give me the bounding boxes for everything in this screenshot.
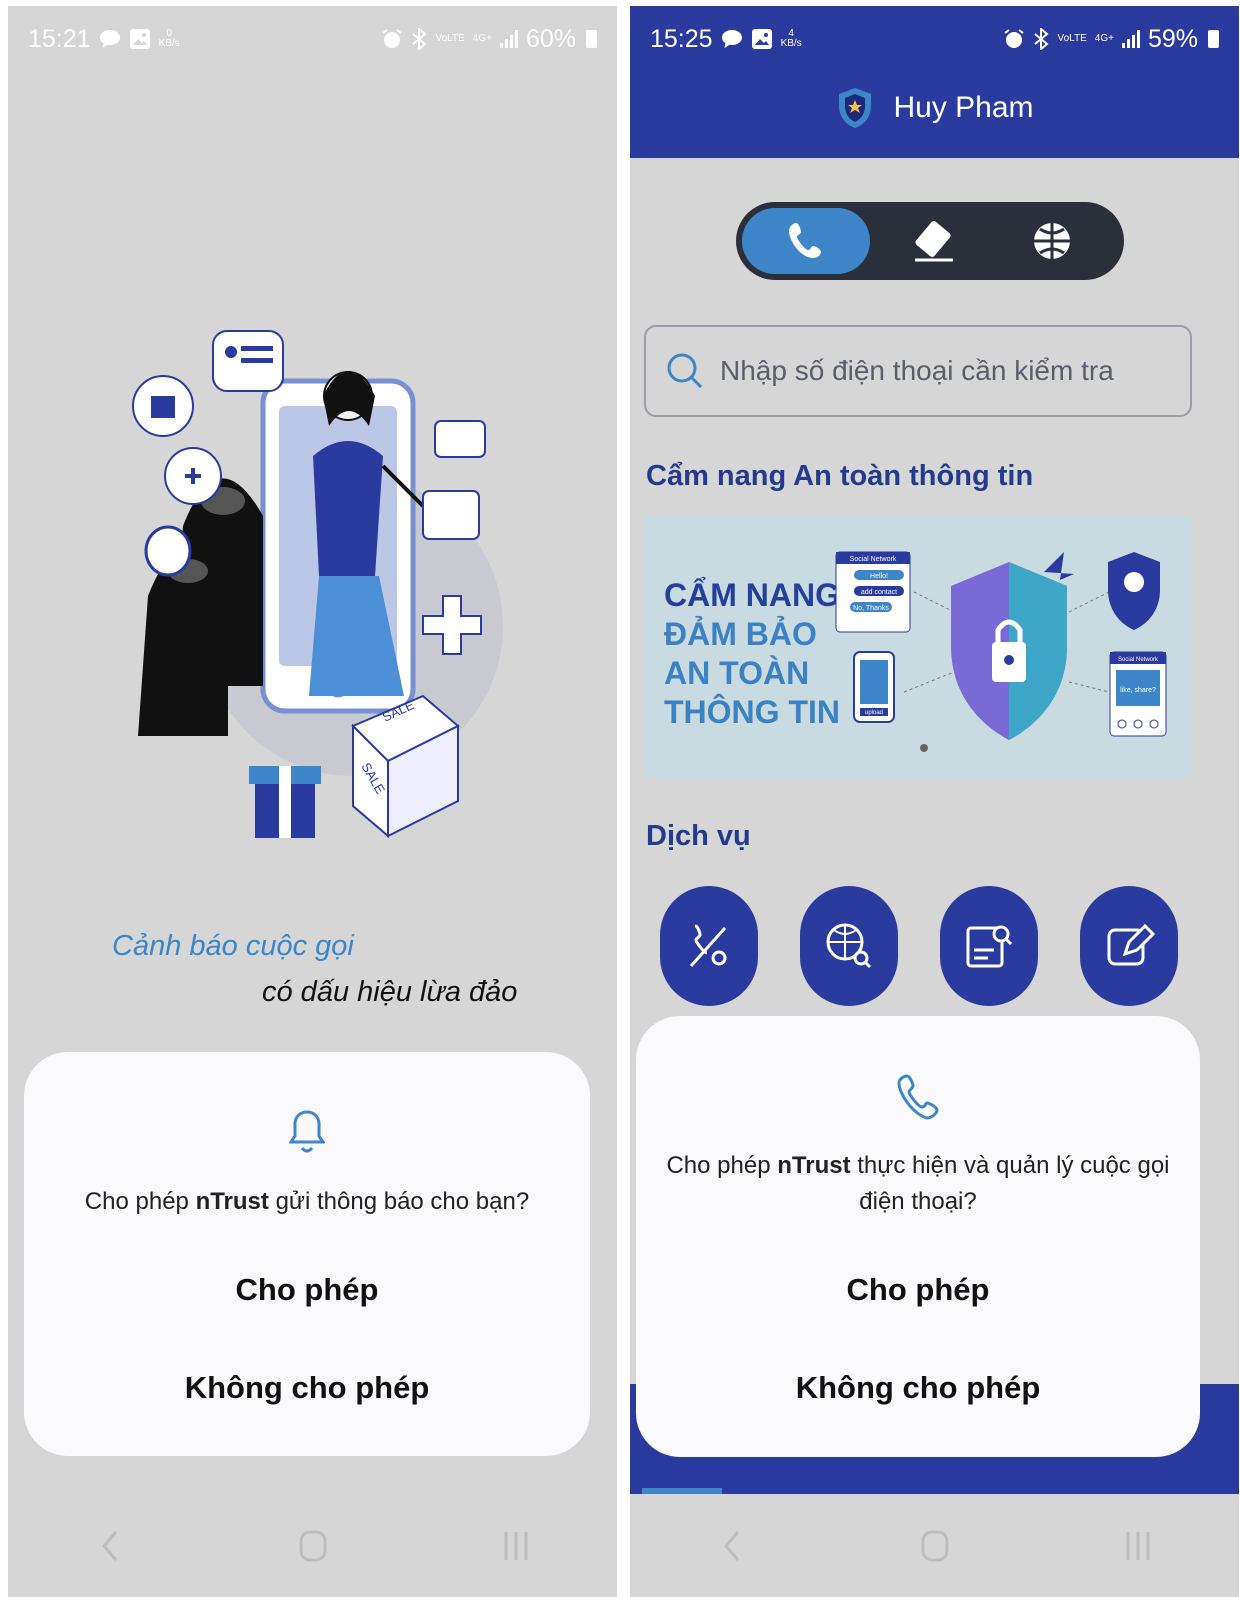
carousel-dot[interactable] [920, 744, 928, 752]
tagline-line-1: Cảnh báo cuộc gọi [112, 930, 354, 962]
tab-phone[interactable] [742, 208, 870, 274]
gallery-icon [129, 29, 150, 49]
tagline-line-2: có dấu hiệu lừa đảo [262, 976, 518, 1008]
battery-percent: 59% [1147, 24, 1198, 53]
dialog-message: Cho phép nTrust gửi thông báo cho bạn? [84, 1188, 530, 1215]
scam-call-illustration: SALE SALE [132, 330, 503, 839]
home-button[interactable] [905, 1516, 965, 1576]
svg-text:No, Thanks: No, Thanks [853, 605, 889, 612]
home-icon [299, 1530, 326, 1561]
app-name: nTrust [195, 1188, 269, 1215]
edit-icon [1107, 923, 1155, 966]
gallery-icon [751, 29, 772, 49]
svg-text:Social Network: Social Network [850, 556, 897, 563]
phone-check-icon [689, 924, 727, 968]
phone-icon [636, 1070, 1200, 1122]
app-name: nTrust [777, 1152, 851, 1179]
service-web-search[interactable] [800, 886, 898, 1006]
card-sign-icon [915, 221, 953, 262]
back-icon [723, 1530, 739, 1561]
alarm-icon [1004, 29, 1025, 48]
svg-text:Social Network: Social Network [1118, 657, 1159, 663]
chat-bubble-icon [99, 30, 120, 48]
globe-icon [1034, 223, 1070, 259]
alarm-icon [382, 29, 403, 48]
volte-indicator: VoLTE [1057, 33, 1087, 44]
back-icon [101, 1530, 117, 1561]
system-nav-bar [630, 1494, 1239, 1597]
svg-text:like, share?: like, share? [1120, 687, 1156, 694]
phone-screen-notification-permission: 15:21 0 KB/s VoLTE 4G+ 60% SALE SALE Cản… [8, 6, 617, 1597]
tab-globe[interactable] [988, 208, 1116, 274]
svg-text:Hello!: Hello! [870, 573, 888, 580]
services-row [660, 886, 1180, 1006]
permission-dialog-notifications: Cho phép nTrust gửi thông báo cho bạn? C… [24, 1052, 590, 1456]
phone-search-field[interactable]: Nhập số điện thoại cần kiểm tra [644, 325, 1192, 417]
mode-tabs [736, 202, 1124, 280]
service-document-search[interactable] [940, 886, 1038, 1006]
recents-button[interactable] [486, 1516, 546, 1576]
recents-icon [1126, 1531, 1149, 1560]
handbook-banner[interactable]: CẨM NANG ĐẢM BẢO AN TOÀN THÔNG TIN Socia… [644, 516, 1192, 778]
signal-icon [499, 30, 518, 48]
allow-button[interactable]: Cho phép [24, 1264, 590, 1316]
network-type: 4G+ [1094, 33, 1114, 44]
dialog-message: Cho phép nTrust thực hiện và quản lý cuộ… [666, 1152, 1170, 1215]
header-title: Huy Pham [630, 86, 1239, 130]
recents-icon [504, 1531, 527, 1560]
status-bar: 15:21 0 KB/s VoLTE 4G+ 60% [8, 6, 617, 72]
clock: 15:21 [28, 24, 91, 53]
tab-card-sign[interactable] [870, 208, 998, 274]
document-search-icon [966, 925, 1013, 968]
deny-button[interactable]: Không cho phép [636, 1362, 1200, 1414]
shield-logo-icon [839, 88, 872, 128]
user-name: Huy Pham [893, 91, 1034, 124]
battery-icon [586, 30, 597, 48]
network-type: 4G+ [472, 33, 492, 44]
back-button[interactable] [702, 1516, 762, 1576]
recents-button[interactable] [1108, 1516, 1168, 1576]
permission-dialog-calls: Cho phép nTrust thực hiện và quản lý cuộ… [636, 1016, 1200, 1457]
service-phone-check[interactable] [660, 886, 758, 1006]
bluetooth-icon [412, 28, 428, 50]
app-header: 15:25 4 KB/s VoLTE 4G+ 59% Huy Pham [630, 6, 1239, 158]
search-placeholder: Nhập số điện thoại cần kiểm tra [720, 355, 1114, 386]
network-speed: 4 KB/s [780, 28, 802, 49]
web-search-icon [826, 923, 872, 969]
handbook-section-title: Cẩm nang An toàn thông tin [646, 460, 1034, 492]
clock: 15:25 [650, 24, 713, 53]
battery-percent: 60% [525, 24, 576, 53]
bell-icon [24, 1108, 590, 1156]
phone-screen-call-permission: 15:25 4 KB/s VoLTE 4G+ 59% Huy Pham Nhập… [630, 6, 1239, 1597]
bluetooth-icon [1034, 28, 1050, 50]
service-edit[interactable] [1080, 886, 1178, 1006]
deny-button[interactable]: Không cho phép [24, 1362, 590, 1414]
network-speed: 0 KB/s [158, 28, 180, 49]
chat-bubble-icon [721, 30, 742, 48]
svg-text:upload: upload [865, 710, 883, 716]
allow-button[interactable]: Cho phép [636, 1264, 1200, 1316]
svg-text:add contact: add contact [861, 589, 897, 596]
services-section-title: Dịch vụ [646, 820, 751, 852]
search-icon [667, 353, 703, 389]
banner-text: CẨM NANG ĐẢM BẢO AN TOÀN THÔNG TIN [664, 577, 840, 730]
security-illustration: Social Network Hello! add contact No, Th… [835, 551, 1167, 740]
phone-icon [789, 223, 821, 258]
home-button[interactable] [283, 1516, 343, 1576]
back-button[interactable] [80, 1516, 140, 1576]
system-nav-bar [8, 1494, 617, 1597]
home-icon [921, 1530, 948, 1561]
status-bar: 15:25 4 KB/s VoLTE 4G+ 59% [630, 6, 1239, 72]
battery-icon [1208, 30, 1219, 48]
signal-icon [1121, 30, 1140, 48]
volte-indicator: VoLTE [435, 33, 465, 44]
